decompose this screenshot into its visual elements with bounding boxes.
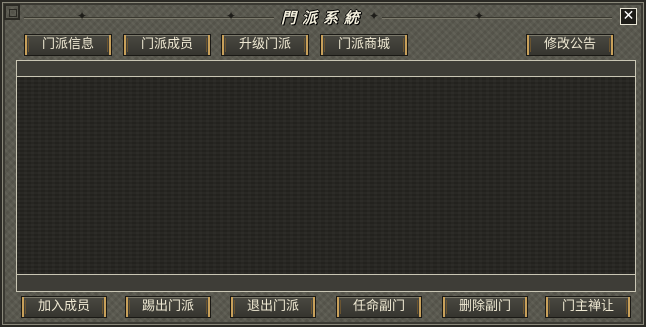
- content-header: [16, 60, 636, 77]
- title-bar[interactable]: ✦ ✦ ✦ ✦ 門派系統 ✕: [2, 2, 644, 32]
- tab-guild-shop[interactable]: 门派商城: [320, 34, 408, 56]
- appoint-deputy-button[interactable]: 任命副门: [336, 296, 422, 318]
- window-title: 門派系統: [280, 9, 365, 27]
- tab-guild-members[interactable]: 门派成员: [123, 34, 211, 56]
- add-member-button[interactable]: 加入成员: [21, 296, 107, 318]
- content-footer: [16, 274, 636, 292]
- close-button[interactable]: ✕: [620, 8, 637, 25]
- tab-upgrade-guild[interactable]: 升级门派: [221, 34, 309, 56]
- remove-deputy-button[interactable]: 删除副门: [442, 296, 528, 318]
- guild-system-window: ✦ ✦ ✦ ✦ 門派系統 ✕ 门派信息 门派成员 升级门派 门派商城 修改公告 …: [0, 0, 646, 327]
- close-icon: ✕: [622, 8, 635, 24]
- transfer-leader-button[interactable]: 门主禅让: [545, 296, 631, 318]
- leave-guild-button[interactable]: 退出门派: [230, 296, 316, 318]
- content-panel[interactable]: [16, 77, 636, 274]
- edit-announcement-button[interactable]: 修改公告: [526, 34, 614, 56]
- kick-member-button[interactable]: 踢出门派: [125, 296, 211, 318]
- tab-guild-info[interactable]: 门派信息: [24, 34, 112, 56]
